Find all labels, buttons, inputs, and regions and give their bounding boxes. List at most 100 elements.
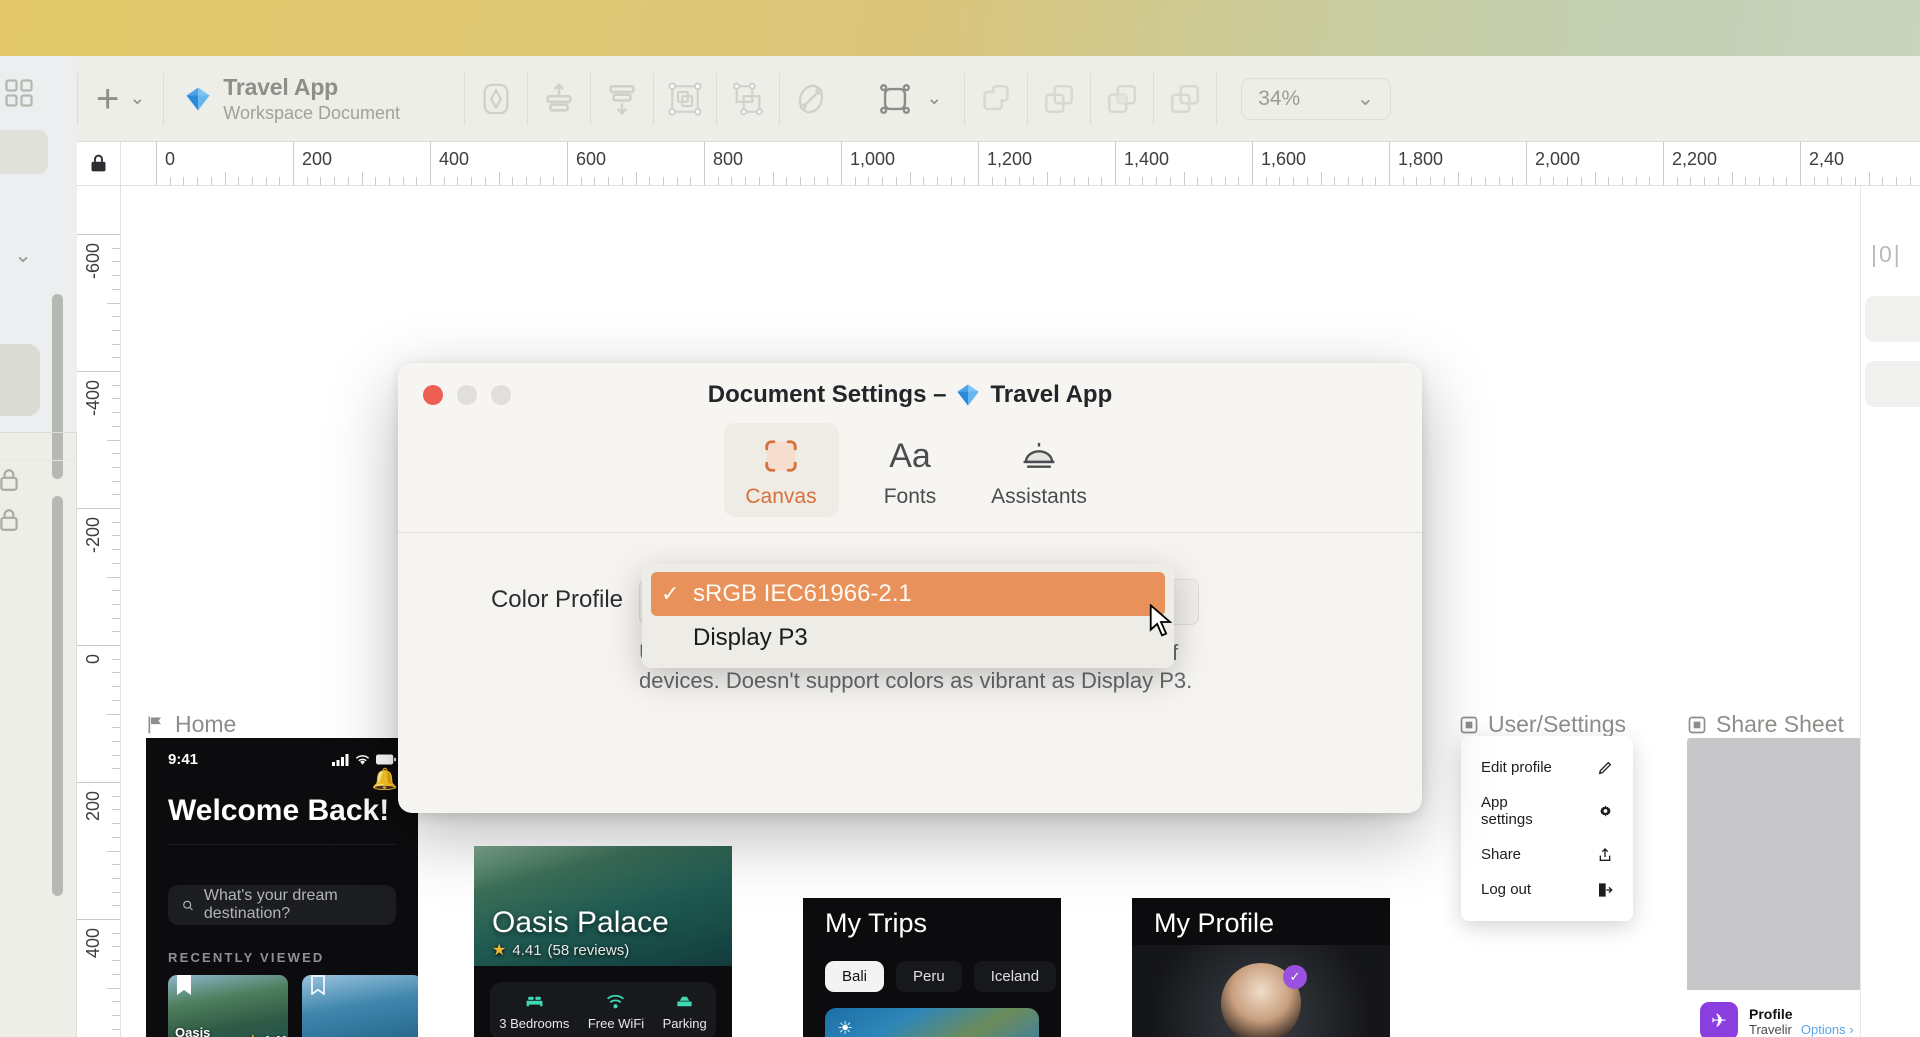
document-identity[interactable]: Travel App Workspace Document	[164, 74, 464, 124]
list-item[interactable]: Sunset Hotel ★	[302, 975, 418, 1037]
artboard-trips[interactable]: My Trips Bali Peru Iceland M. ☀ Nov 20 –…	[803, 898, 1061, 1037]
layer-lock-icon-1[interactable]	[0, 466, 22, 494]
vector-pen-icon[interactable]	[465, 70, 527, 128]
ruler-minor-tick	[112, 247, 120, 249]
tab-bali[interactable]: Bali	[825, 961, 885, 992]
ruler-minor-tick	[112, 823, 120, 825]
components-grid-icon[interactable]	[4, 78, 34, 108]
artboard-profile[interactable]: My Profile ✓ Justine Robinson justine@em…	[1132, 898, 1390, 1037]
ruler-minor-tick	[112, 535, 120, 537]
insert-shape-chevron-down-icon[interactable]: ⌄	[926, 89, 942, 108]
tab-iceland[interactable]: Iceland	[973, 961, 1057, 992]
tab-peru[interactable]: Peru	[896, 961, 962, 992]
ruler-minor-tick	[416, 177, 418, 185]
align-top-icon[interactable]	[528, 70, 590, 128]
ruler-minor-tick	[112, 275, 120, 277]
zoom-chevron-down-icon[interactable]: ⌄	[1357, 86, 1375, 111]
ruler-minor-tick	[1183, 172, 1185, 185]
menu-item-share[interactable]: Share	[1461, 837, 1633, 872]
boolean-subtract-icon[interactable]	[1028, 70, 1090, 128]
vertical-ruler[interactable]: -600 -400 -200 0 200 400	[77, 186, 121, 1037]
layer-lock-icon-2[interactable]	[0, 506, 22, 534]
layer-thumb-1[interactable]	[0, 130, 48, 174]
tab-canvas[interactable]: Canvas	[723, 423, 839, 517]
ruler-minor-tick	[210, 177, 212, 185]
ruler-minor-tick	[1265, 177, 1267, 185]
boolean-exclude-icon[interactable]	[780, 70, 842, 128]
artboard-home[interactable]: 9:41 🔔 Welcome Back! What's your dream d…	[146, 738, 418, 1037]
sidebar-divider-2	[0, 460, 77, 461]
artboard-flag-icon	[148, 716, 161, 733]
trip-photo[interactable]: ☀ Nov 20 – Dec 15	[825, 1008, 1039, 1037]
ruler-minor-tick	[539, 177, 541, 185]
ungroup-selection-icon[interactable]	[717, 70, 779, 128]
horizontal-ruler[interactable]: 0 200 400 600 800 1,000 1,200 1,400 1,600 1,800 2,…	[121, 142, 1920, 186]
ruler-lock-button[interactable]	[77, 142, 121, 186]
sidebar-scrollbar-bottom[interactable]	[52, 496, 63, 896]
bookmark-filled-icon[interactable]	[177, 975, 191, 995]
ruler-minor-tick	[112, 562, 120, 564]
menu-item-edit-profile[interactable]: Edit profile	[1461, 750, 1633, 785]
menu-item-app-settings[interactable]: App settings	[1461, 785, 1633, 837]
toolbar: + ⌄ Travel App Workspace Document ⌄ 34% …	[77, 56, 1920, 142]
ruler-minor-tick	[112, 877, 120, 879]
user-settings-menu[interactable]: Edit profile App settings Share Log out	[1461, 736, 1633, 921]
ruler-minor-tick	[112, 603, 120, 605]
tab-fonts[interactable]: Aa Fonts	[853, 423, 968, 517]
add-chevron-down-icon[interactable]: ⌄	[129, 89, 145, 108]
ruler-minor-tick	[1567, 177, 1569, 185]
dropdown-option-srgb[interactable]: ✓ sRGB IEC61966-2.1	[651, 572, 1165, 616]
bookmark-outline-icon[interactable]	[311, 975, 325, 995]
menu-item-log-out[interactable]: Log out	[1461, 872, 1633, 907]
layer-thumb-2[interactable]	[0, 344, 40, 416]
dropdown-option-display-p3[interactable]: Display P3	[651, 616, 1165, 660]
add-button[interactable]: +	[96, 79, 119, 119]
boolean-intersect-icon[interactable]	[1091, 70, 1153, 128]
left-sidebar[interactable]: ⌄	[0, 56, 77, 1037]
ruler-minor-tick	[1457, 172, 1459, 185]
zoom-level-select[interactable]: 34% ⌄	[1241, 77, 1392, 120]
list-item[interactable]: Oasis Palace ★ 4.41	[168, 975, 288, 1037]
ruler-minor-tick	[1594, 172, 1596, 185]
tab-assistants[interactable]: Assistants	[982, 423, 1097, 517]
card-title: Oasis Palace	[175, 1025, 211, 1037]
sidebar-disclosure-chevron-icon[interactable]: ⌄	[8, 245, 38, 266]
artboard-label-user-settings[interactable]: User/Settings	[1459, 711, 1626, 738]
gear-icon	[1599, 805, 1612, 817]
insert-shape-icon[interactable]	[864, 70, 926, 128]
artboard-detail[interactable]: Oasis Palace ★ 4.41 (58 reviews) 3 Bedro…	[474, 846, 732, 1037]
artboard-share-sheet[interactable]: ✈ Profile Travelir Options ›	[1687, 738, 1885, 1037]
share-options-link[interactable]: Options ›	[1801, 1022, 1854, 1037]
ruler-minor-tick	[512, 177, 514, 185]
ruler-minor-tick	[107, 713, 120, 715]
ruler-minor-tick	[1731, 172, 1733, 185]
inspector-field-2[interactable]	[1865, 361, 1920, 407]
artboard-label-home[interactable]: Home	[146, 711, 236, 738]
ruler-minor-tick	[1909, 177, 1911, 185]
ruler-major-tick	[77, 919, 120, 920]
ruler-minor-tick	[1087, 177, 1089, 185]
wifi-icon	[607, 994, 625, 1008]
right-inspector[interactable]: |0|	[1860, 186, 1920, 1037]
share-sheet-app-row[interactable]: ✈ Profile Travelir Options ›	[1687, 990, 1885, 1037]
artboard-label-share-sheet[interactable]: Share Sheet	[1687, 711, 1844, 738]
ruler-major-tick	[1115, 142, 1116, 185]
ruler-minor-tick	[484, 177, 486, 185]
sidebar-scrollbar-top[interactable]	[52, 294, 63, 479]
ruler-minor-tick	[895, 177, 897, 185]
search-input[interactable]: What's your dream destination?	[168, 885, 396, 925]
inspector-field-1[interactable]	[1865, 296, 1920, 342]
wifi-icon	[355, 754, 370, 765]
ruler-minor-tick	[112, 343, 120, 345]
boolean-union-icon[interactable]	[965, 70, 1027, 128]
distribute-vertical-icon[interactable]	[591, 70, 653, 128]
group-selection-icon[interactable]	[654, 70, 716, 128]
notifications-bell-icon[interactable]: 🔔	[372, 768, 398, 792]
boolean-difference-icon[interactable]	[1154, 70, 1216, 128]
insert-group[interactable]: + ⌄	[78, 79, 163, 119]
lock-icon	[91, 154, 106, 172]
color-profile-dropdown[interactable]: ✓ sRGB IEC61966-2.1 Display P3	[642, 564, 1174, 668]
ruler-minor-tick	[1293, 177, 1295, 185]
ruler-minor-tick	[107, 302, 120, 304]
ruler-minor-tick	[1512, 177, 1514, 185]
